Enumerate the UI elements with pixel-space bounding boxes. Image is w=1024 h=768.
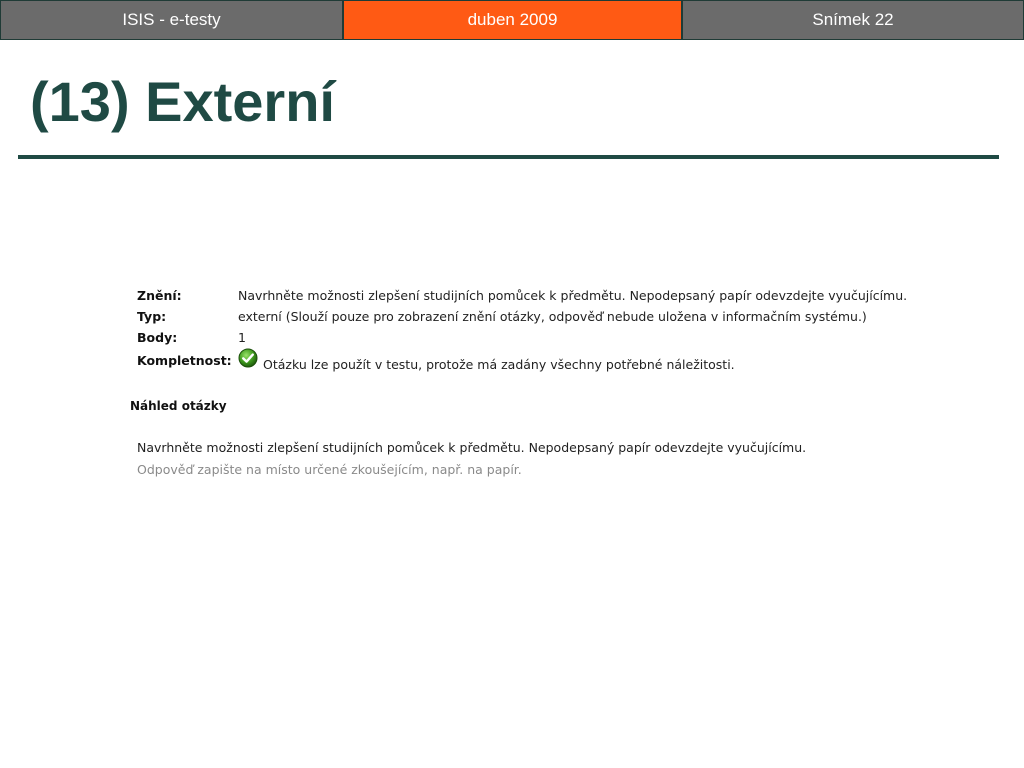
question-info: Znění: Navrhněte možnosti zlepšení studi… <box>137 285 907 378</box>
info-label-text: Znění: <box>137 288 182 303</box>
preview-answer-hint: Odpověď zapište na místo určené zkoušejí… <box>137 462 522 477</box>
header-date: duben 2009 <box>343 0 682 40</box>
info-label-points: Body: <box>137 330 178 345</box>
info-row-points: Body: 1 <box>137 327 907 348</box>
completeness-message: Otázku lze použít v testu, protože má za… <box>263 357 735 372</box>
info-row-type: Typ: externí (Slouží pouze pro zobrazení… <box>137 306 907 327</box>
info-label-completeness: Kompletnost: <box>137 353 232 368</box>
check-circle-icon <box>238 348 258 368</box>
slide-title: (13) Externí <box>30 70 335 133</box>
info-row-completeness: Kompletnost: Otázku lze použít v testu, … <box>137 348 907 378</box>
info-value-completeness: Otázku lze použít v testu, protože má za… <box>238 348 735 372</box>
header-slide-number: Snímek 22 <box>682 0 1024 40</box>
slide-header-bar: ISIS - e-testy duben 2009 Snímek 22 <box>0 0 1024 40</box>
info-row-text: Znění: Navrhněte možnosti zlepšení studi… <box>137 285 907 306</box>
title-divider <box>18 155 999 159</box>
header-presentation-name: ISIS - e-testy <box>0 0 343 40</box>
info-value-points: 1 <box>238 330 246 345</box>
info-label-type: Typ: <box>137 309 167 324</box>
slide: ISIS - e-testy duben 2009 Snímek 22 (13)… <box>0 0 1024 768</box>
info-value-text: Navrhněte možnosti zlepšení studijních p… <box>238 288 908 303</box>
preview-question-text: Navrhněte možnosti zlepšení studijních p… <box>137 440 807 455</box>
preview-heading: Náhled otázky <box>130 399 227 413</box>
info-value-type: externí (Slouží pouze pro zobrazení zněn… <box>238 309 867 324</box>
